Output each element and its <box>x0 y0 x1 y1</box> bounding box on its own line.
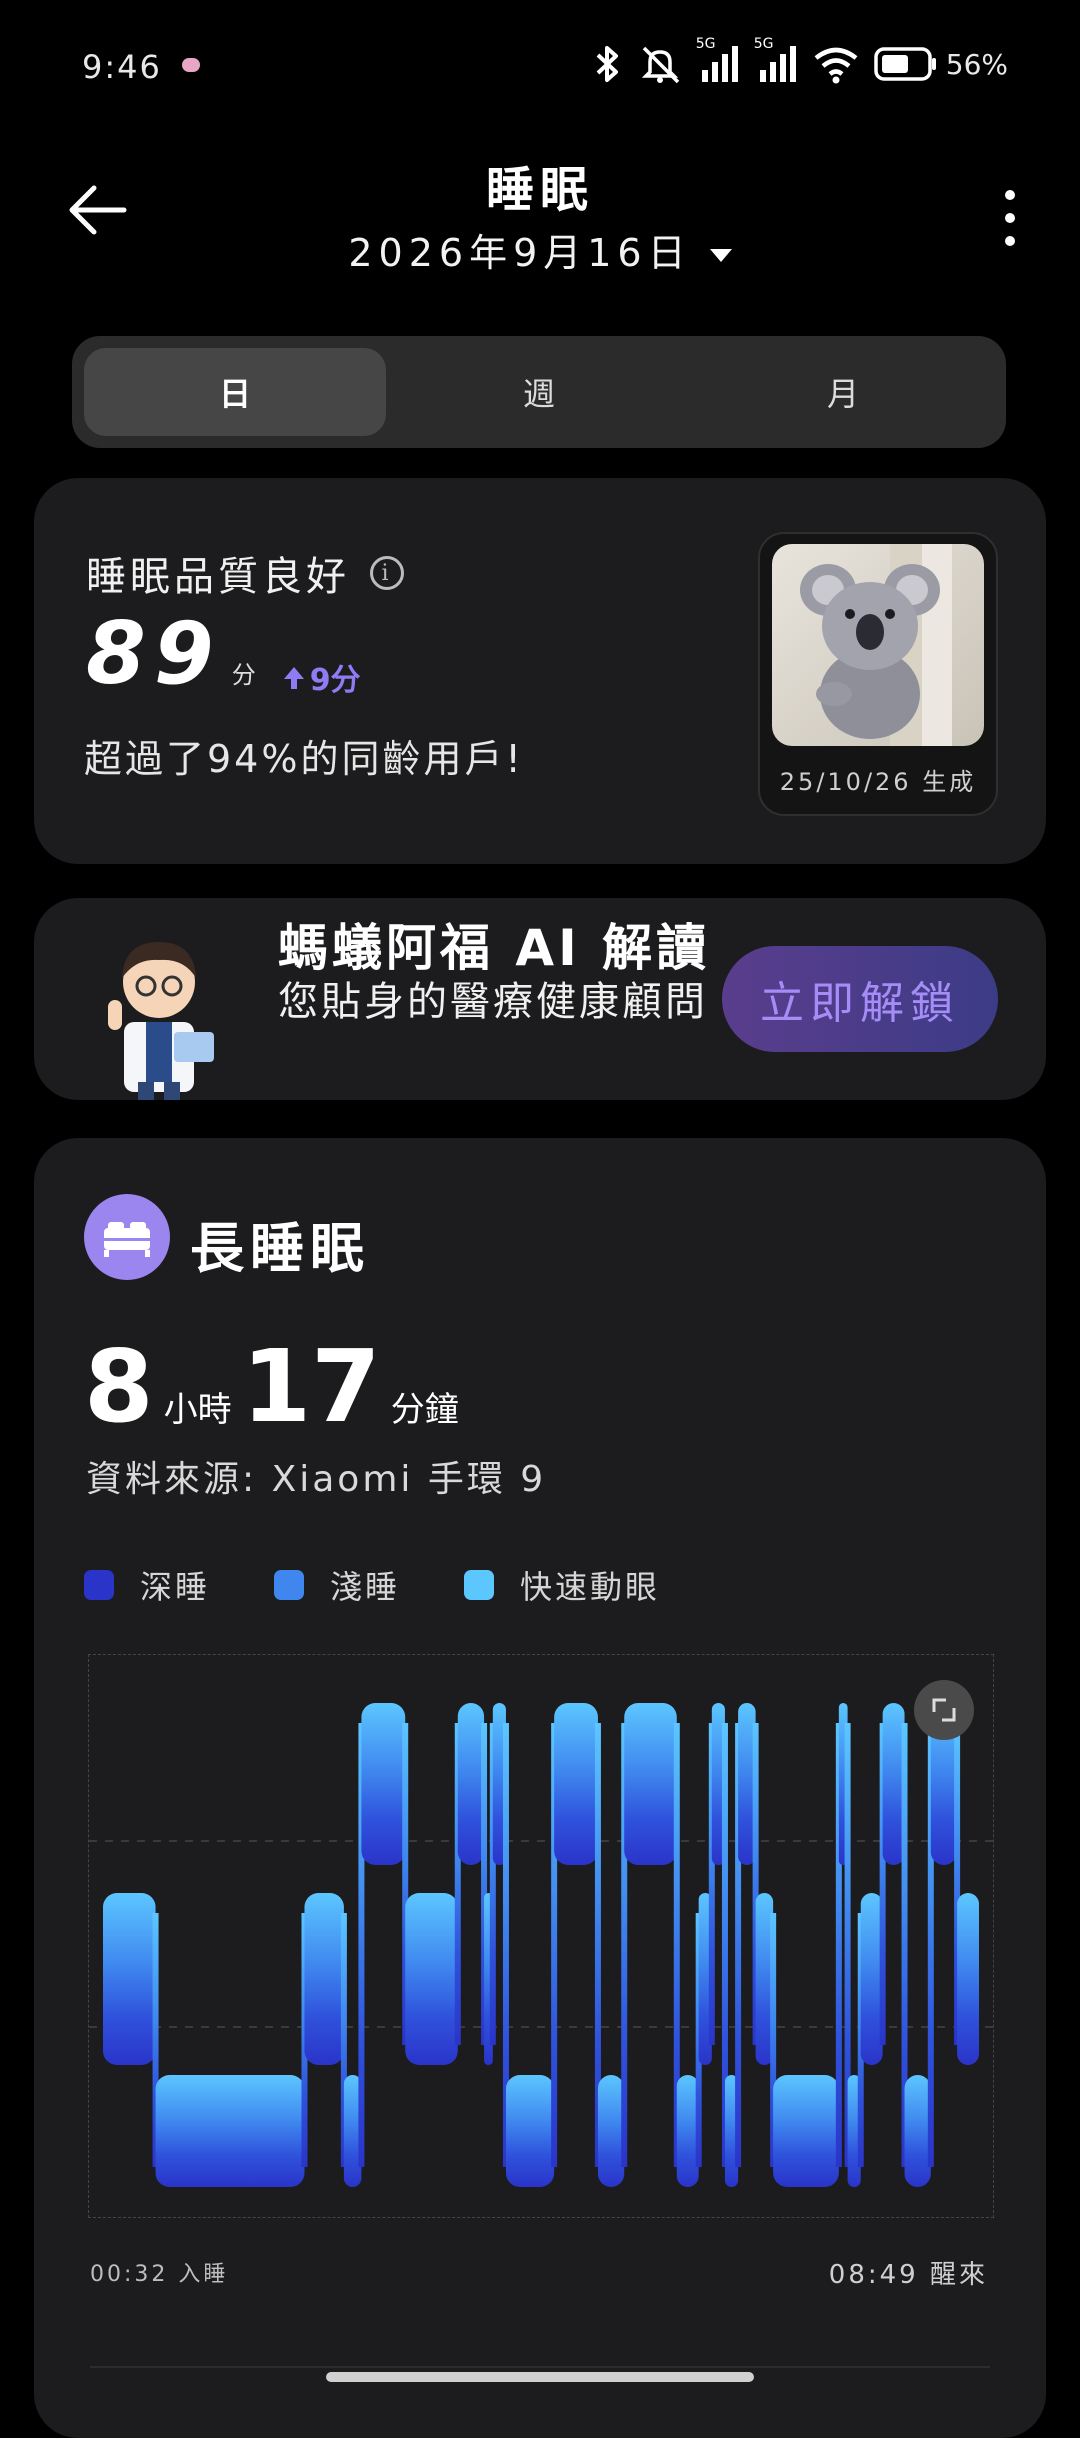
percentile-text: 超過了94%的同齡用戶! <box>84 737 524 781</box>
wake-time: 08:49 醒來 <box>828 2260 988 2290</box>
signal-2: 5G <box>754 36 798 84</box>
duration-hours: 8 <box>84 1328 154 1445</box>
divider <box>90 2366 990 2368</box>
legend-swatch <box>274 1570 305 1600</box>
sleep-stage-svg <box>89 1703 993 2187</box>
duration-minutes-unit: 分鐘 <box>390 1390 459 1430</box>
tab-day[interactable]: 日 <box>84 348 386 436</box>
page-title: 睡眠 <box>485 162 594 218</box>
battery-icon <box>874 47 936 81</box>
avatar-caption: 25/10/26 生成 <box>779 768 977 796</box>
duration-minutes: 17 <box>241 1328 381 1445</box>
legend-swatch <box>464 1570 495 1600</box>
tab-month[interactable]: 月 <box>692 348 994 436</box>
chevron-down-icon <box>709 249 732 262</box>
stage-segment-26 <box>957 1893 979 2065</box>
stage-segment-0 <box>103 1893 156 2065</box>
sleep-score: 89 <box>86 604 222 704</box>
home-indicator[interactable] <box>326 2372 754 2382</box>
date-label: 2026年9月16日 <box>348 231 692 275</box>
stage-segment-11 <box>597 2075 625 2187</box>
status-icons: 5G 5G 56% <box>590 36 1008 84</box>
sleep-avatar[interactable]: 25/10/26 生成 <box>758 532 998 816</box>
sleep-quality-card[interactable]: 睡眠品質良好 i 89 分 9分 超過了94%的同齡用戶! 25/10/26 生… <box>34 478 1046 864</box>
score-delta: 9分 <box>283 655 361 699</box>
period-tabs: 日 週 月 <box>72 336 1006 448</box>
tab-week[interactable]: 週 <box>388 348 690 436</box>
legend-deep: 深睡 <box>84 1562 210 1608</box>
stage-segment-19 <box>773 2075 839 2187</box>
legend-label: 深睡 <box>140 1568 211 1606</box>
ai-title: 螞蟻阿福 AI 解讀 <box>278 919 711 977</box>
stage-segment-22 <box>860 1893 883 2065</box>
signal-tag: 5G <box>753 36 774 52</box>
legend-label: 淺睡 <box>330 1568 401 1606</box>
signal-tag: 5G <box>695 36 716 52</box>
sleep-stage-chart[interactable] <box>88 1654 994 2218</box>
quality-title-row: 睡眠品質良好 i <box>86 544 404 602</box>
unlock-button[interactable]: 立即解鎖 <box>722 946 998 1052</box>
duration-hours-unit: 小時 <box>163 1390 232 1430</box>
bluetooth-icon <box>596 46 618 82</box>
status-bar: 9:46 5G 5G 56% <box>0 0 1080 130</box>
legend-rem: 快速動眼 <box>464 1562 660 1608</box>
status-time: 9:46 <box>82 48 162 86</box>
signal-1: 5G <box>696 36 740 84</box>
sleep-start-time: 00:32 入睡 <box>90 2262 229 2287</box>
long-sleep-card: 長睡眠 8 小時 17 分鐘 資料來源: Xiaomi 手環 9 深睡 淺睡 快… <box>34 1138 1046 2438</box>
battery-percent: 56% <box>945 47 1008 81</box>
stage-segment-6 <box>457 1703 485 1865</box>
stage-segment-4 <box>361 1703 406 1865</box>
wifi-icon <box>814 47 858 84</box>
stage-segment-1 <box>155 2075 305 2187</box>
battery: 56% <box>874 46 1008 82</box>
doctor-avatar-icon <box>108 942 214 1100</box>
stage-segment-13 <box>676 2075 699 2187</box>
score-row: 89 分 9分 <box>86 604 361 704</box>
score-delta-value: 9分 <box>309 663 361 698</box>
stage-segment-23 <box>882 1703 905 1865</box>
stage-segment-12 <box>624 1703 677 1865</box>
bed-icon <box>84 1194 170 1280</box>
legend-light: 淺睡 <box>274 1562 400 1608</box>
chart-legend: 深睡 淺睡 快速動眼 <box>84 1562 660 1608</box>
date-selector[interactable]: 2026年9月16日 <box>0 222 1080 277</box>
stage-segment-5 <box>405 1893 458 2065</box>
section-title: 長睡眠 <box>190 1217 370 1280</box>
koala-image <box>772 544 984 746</box>
score-unit: 分 <box>231 661 256 689</box>
stage-segment-9 <box>505 2075 555 2187</box>
stage-segment-24 <box>904 2075 931 2187</box>
legend-label: 快速動眼 <box>520 1568 661 1606</box>
legend-swatch <box>84 1570 114 1600</box>
notification-dot-icon <box>182 58 200 72</box>
info-icon[interactable]: i <box>370 556 404 590</box>
expand-icon[interactable] <box>914 1680 974 1740</box>
ai-advisor-card[interactable]: 螞蟻阿福 AI 解讀 您貼身的醫療健康顧問 立即解鎖 <box>34 898 1046 1100</box>
quality-title: 睡眠品質良好 <box>86 554 350 600</box>
ai-subtitle: 您貼身的醫療健康顧問 <box>278 979 708 1025</box>
data-source: 資料來源: Xiaomi 手環 9 <box>86 1459 547 1500</box>
sleep-duration: 8 小時 17 分鐘 <box>84 1328 469 1445</box>
stage-segment-10 <box>554 1703 598 1865</box>
stage-segment-2 <box>304 1893 344 2065</box>
more-options-icon[interactable] <box>1000 190 1020 246</box>
mute-icon <box>641 46 680 84</box>
arrow-up-icon <box>283 667 304 689</box>
